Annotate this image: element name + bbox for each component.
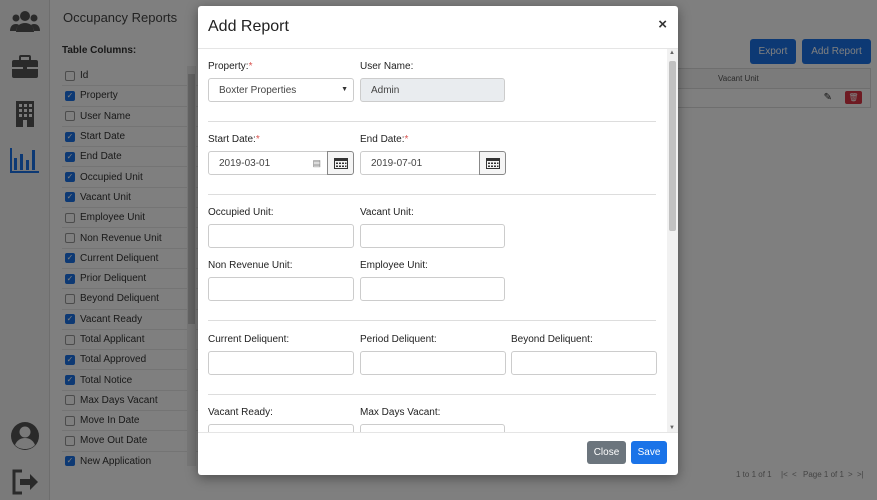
modal-body: Property:* Boxter Properties ▼ User Name… <box>198 49 666 432</box>
vacant-unit-label: Vacant Unit: <box>360 207 414 218</box>
date-clear-icon[interactable]: ▤ <box>312 158 321 169</box>
divider <box>208 121 656 122</box>
modal-footer-divider <box>198 432 678 433</box>
username-field: Admin <box>360 78 505 102</box>
vacant-ready-label: Vacant Ready: <box>208 407 273 418</box>
non-revenue-unit-input[interactable] <box>208 277 354 301</box>
start-date-calendar-button[interactable] <box>327 151 354 175</box>
vacant-unit-input[interactable] <box>360 224 505 248</box>
beyond-deliquent-input[interactable] <box>511 351 657 375</box>
property-label: Property:* <box>208 61 253 72</box>
modal-title: Add Report <box>208 18 289 35</box>
save-button[interactable]: Save <box>631 441 667 464</box>
beyond-deliquent-label: Beyond Deliquent: <box>511 334 593 345</box>
username-label: User Name: <box>360 61 414 72</box>
divider <box>208 194 656 195</box>
period-deliquent-input[interactable] <box>360 351 506 375</box>
non-revenue-unit-label: Non Revenue Unit: <box>208 260 293 271</box>
vacant-ready-input[interactable] <box>208 424 354 432</box>
employee-unit-label: Employee Unit: <box>360 260 428 271</box>
end-date-calendar-button[interactable] <box>479 151 506 175</box>
close-icon[interactable]: × <box>658 16 667 33</box>
max-days-vacant-label: Max Days Vacant: <box>360 407 441 418</box>
max-days-vacant-input[interactable] <box>360 424 505 432</box>
scroll-up-icon[interactable]: ▲ <box>669 50 675 56</box>
add-report-modal: Add Report × Property:* Boxter Propertie… <box>198 6 678 475</box>
occupied-unit-input[interactable] <box>208 224 354 248</box>
modal-scrollbar[interactable]: ▲ ▼ <box>667 49 678 432</box>
start-date-label: Start Date:* <box>208 134 260 145</box>
caret-down-icon: ▼ <box>341 86 348 93</box>
modal-scrollbar-thumb[interactable] <box>669 61 676 231</box>
property-select-value: Boxter Properties <box>219 84 297 96</box>
current-deliquent-label: Current Deliquent: <box>208 334 290 345</box>
divider <box>208 320 656 321</box>
current-deliquent-input[interactable] <box>208 351 354 375</box>
end-date-input[interactable]: 2019-07-01 <box>360 151 480 175</box>
calendar-icon <box>485 158 500 169</box>
occupied-unit-label: Occupied Unit: <box>208 207 274 218</box>
scroll-down-icon[interactable]: ▼ <box>669 425 675 431</box>
end-date-label: End Date:* <box>360 134 409 145</box>
period-deliquent-label: Period Deliquent: <box>360 334 437 345</box>
property-select[interactable]: Boxter Properties ▼ <box>208 78 354 102</box>
divider <box>208 394 656 395</box>
calendar-icon <box>333 158 348 169</box>
start-date-input[interactable]: 2019-03-01 ▤ <box>208 151 328 175</box>
close-button[interactable]: Close <box>587 441 626 464</box>
employee-unit-input[interactable] <box>360 277 505 301</box>
